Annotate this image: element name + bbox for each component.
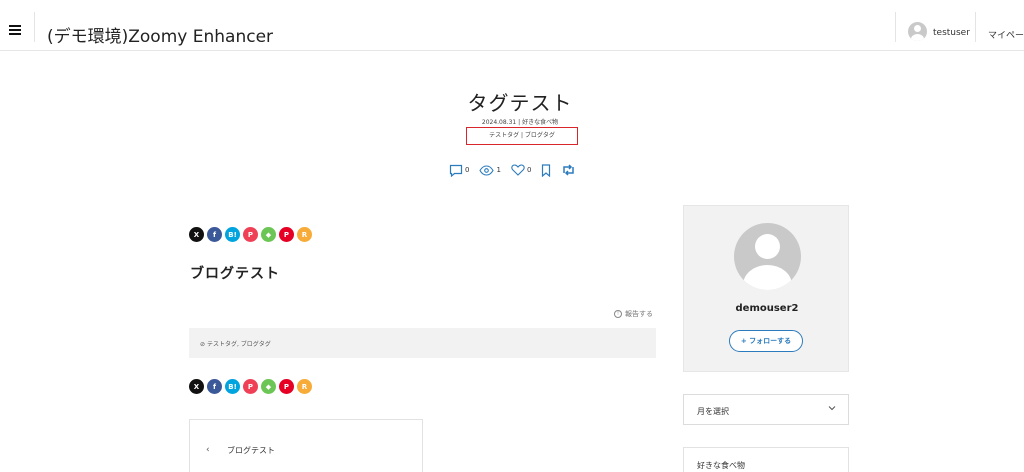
bookmark-icon [542,163,551,177]
post-date: 2024.08.31 [481,119,517,126]
follow-button[interactable]: + フォローする [729,330,803,352]
bookmark-button[interactable] [541,163,551,177]
mypage-link[interactable]: マイページ [988,28,1024,41]
share-facebook-icon[interactable]: f [207,379,222,394]
site-header: (デモ環境)Zoomy Enhancer testuser マイページ [0,0,1024,51]
menu-icon[interactable] [9,25,21,35]
article-heading: ブログテスト [190,266,280,282]
chevron-down-icon [828,406,836,411]
comment-action[interactable]: 0 [449,164,469,177]
like-action[interactable]: 0 [511,164,531,176]
post-title: タグテスト [467,91,573,115]
share-feedly-icon[interactable]: ◆ [261,227,276,242]
heart-icon [511,164,525,176]
author-name[interactable]: demouser2 [684,303,850,314]
share-hatena-icon[interactable]: B! [225,379,240,394]
view-count: 1 [496,166,501,174]
share-rss-icon[interactable]: R [297,227,312,242]
category-widget: 好きな食べ物 [683,447,849,472]
share-pocket-icon[interactable]: P [243,379,258,394]
repost-button[interactable] [561,164,576,176]
share-feedly-icon[interactable]: ◆ [261,379,276,394]
post-meta: 2024.08.31 | 好きな食べ物 [0,117,1024,126]
share-rss-icon[interactable]: R [297,379,312,394]
share-hatena-icon[interactable]: B! [225,227,240,242]
report-label: 報告する [625,310,653,318]
prev-post-link[interactable]: ‹ ブログテスト [189,419,423,472]
share-facebook-icon[interactable]: f [207,227,222,242]
tag-icon: ⊘ [200,341,206,348]
share-pocket-icon[interactable]: P [243,227,258,242]
share-buttons-top: X f B! P ◆ P R [189,227,312,242]
share-pinterest-icon[interactable]: P [279,379,294,394]
view-action: 1 [479,164,501,176]
post-tags-links[interactable]: テストタグ | ブログタグ [489,132,555,139]
header-divider [34,12,35,42]
share-x-icon[interactable]: X [189,379,204,394]
author-avatar-icon[interactable] [734,223,801,290]
comment-icon [449,164,463,177]
month-select-label: 月を選択 [697,407,729,416]
category-link[interactable]: 好きな食べ物 [697,460,745,471]
author-profile-card: demouser2 + フォローする [683,205,849,372]
share-pinterest-icon[interactable]: P [279,227,294,242]
user-name-link[interactable]: testuser [933,28,970,38]
header-divider [895,12,896,42]
post-tags-highlight: テストタグ | ブログタグ [466,127,578,145]
share-x-icon[interactable]: X [189,227,204,242]
archive-month-select[interactable]: 月を選択 [683,394,849,425]
user-avatar-icon[interactable] [908,22,927,41]
info-icon: ! [614,310,622,318]
post-category-link[interactable]: 好きな食べ物 [522,119,558,126]
report-link[interactable]: ! 報告する [614,309,653,319]
chevron-left-icon: ‹ [206,445,210,455]
post-actions: 0 1 0 [449,163,586,177]
header-divider [975,12,976,42]
tag-list: ⊘ テストタグ, ブログタグ [200,339,271,348]
prev-post-title: ブログテスト [227,446,275,455]
share-buttons-bottom: X f B! P ◆ P R [189,379,312,394]
site-title[interactable]: (デモ環境)Zoomy Enhancer [47,22,273,47]
repost-icon [563,164,575,176]
eye-icon [479,164,495,176]
like-count: 0 [526,166,532,174]
tag-list-links[interactable]: テストタグ, ブログタグ [207,341,271,348]
tag-box: ⊘ テストタグ, ブログタグ [189,328,656,358]
comment-count: 0 [465,166,470,174]
